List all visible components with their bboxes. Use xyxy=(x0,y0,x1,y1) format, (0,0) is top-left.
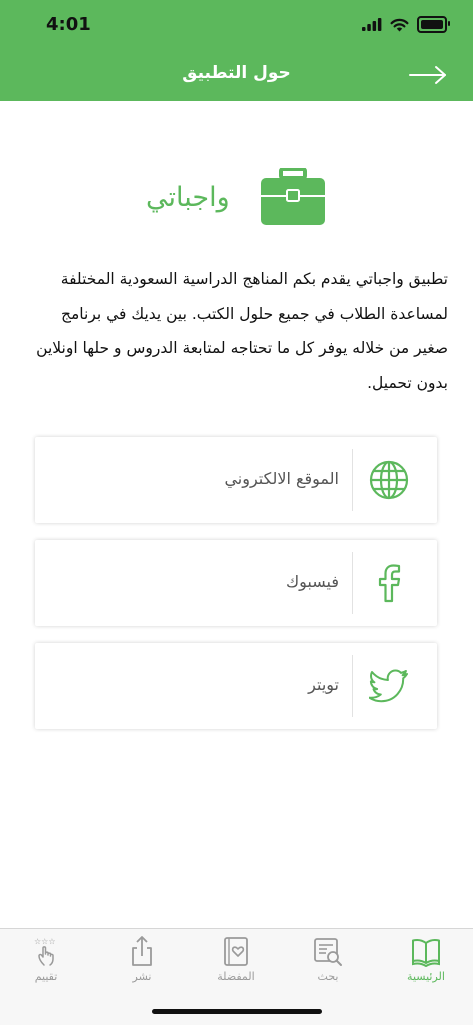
twitter-link[interactable]: تويتر xyxy=(35,643,437,729)
tab-favorites-label: المفضلة xyxy=(217,970,255,983)
tab-share[interactable]: نشر xyxy=(112,935,172,995)
app-name: واجباتي xyxy=(146,182,230,213)
website-label: الموقع الالكتروني xyxy=(224,469,339,488)
briefcase-icon xyxy=(261,168,325,225)
twitter-icon xyxy=(369,669,408,703)
app-logo: واجباتي xyxy=(0,168,473,230)
status-bar: 4:01 xyxy=(0,0,473,50)
tab-home-label: الرئيسية xyxy=(407,970,445,983)
home-indicator xyxy=(152,1009,322,1014)
nav-bar: حول التطبيق xyxy=(0,50,473,101)
globe-icon xyxy=(369,460,409,500)
page-title: حول التطبيق xyxy=(182,63,291,83)
tab-rate-label: تقييم xyxy=(34,970,58,983)
back-arrow-icon[interactable] xyxy=(408,64,448,86)
svg-text:☆☆☆: ☆☆☆ xyxy=(34,937,56,946)
wifi-icon xyxy=(390,18,409,31)
book-icon xyxy=(412,939,440,967)
tab-home[interactable]: الرئيسية xyxy=(396,935,456,995)
status-icons xyxy=(362,16,450,33)
tab-favorites[interactable]: المفضلة xyxy=(206,935,266,995)
facebook-link[interactable]: فيسبوك xyxy=(35,540,437,626)
share-icon xyxy=(132,936,152,966)
divider xyxy=(352,655,353,717)
tab-rate[interactable]: ☆☆☆ تقييم xyxy=(16,935,76,995)
divider xyxy=(352,449,353,511)
tab-share-label: نشر xyxy=(132,970,152,983)
tab-search[interactable]: بحث xyxy=(298,935,358,995)
battery-icon xyxy=(417,16,450,33)
favorite-icon xyxy=(224,937,248,966)
twitter-label: تويتر xyxy=(308,675,339,694)
facebook-icon xyxy=(378,564,401,603)
rate-icon: ☆☆☆ xyxy=(34,937,56,966)
tab-search-label: بحث xyxy=(317,970,339,983)
facebook-label: فيسبوك xyxy=(285,572,339,591)
divider xyxy=(352,552,353,614)
search-icon xyxy=(314,938,342,966)
website-link[interactable]: الموقع الالكتروني xyxy=(35,437,437,523)
signal-icon xyxy=(362,18,382,31)
app-description: تطبيق واجباتي يقدم بكم المناهج الدراسية … xyxy=(36,270,448,392)
status-time: 4:01 xyxy=(46,14,91,35)
